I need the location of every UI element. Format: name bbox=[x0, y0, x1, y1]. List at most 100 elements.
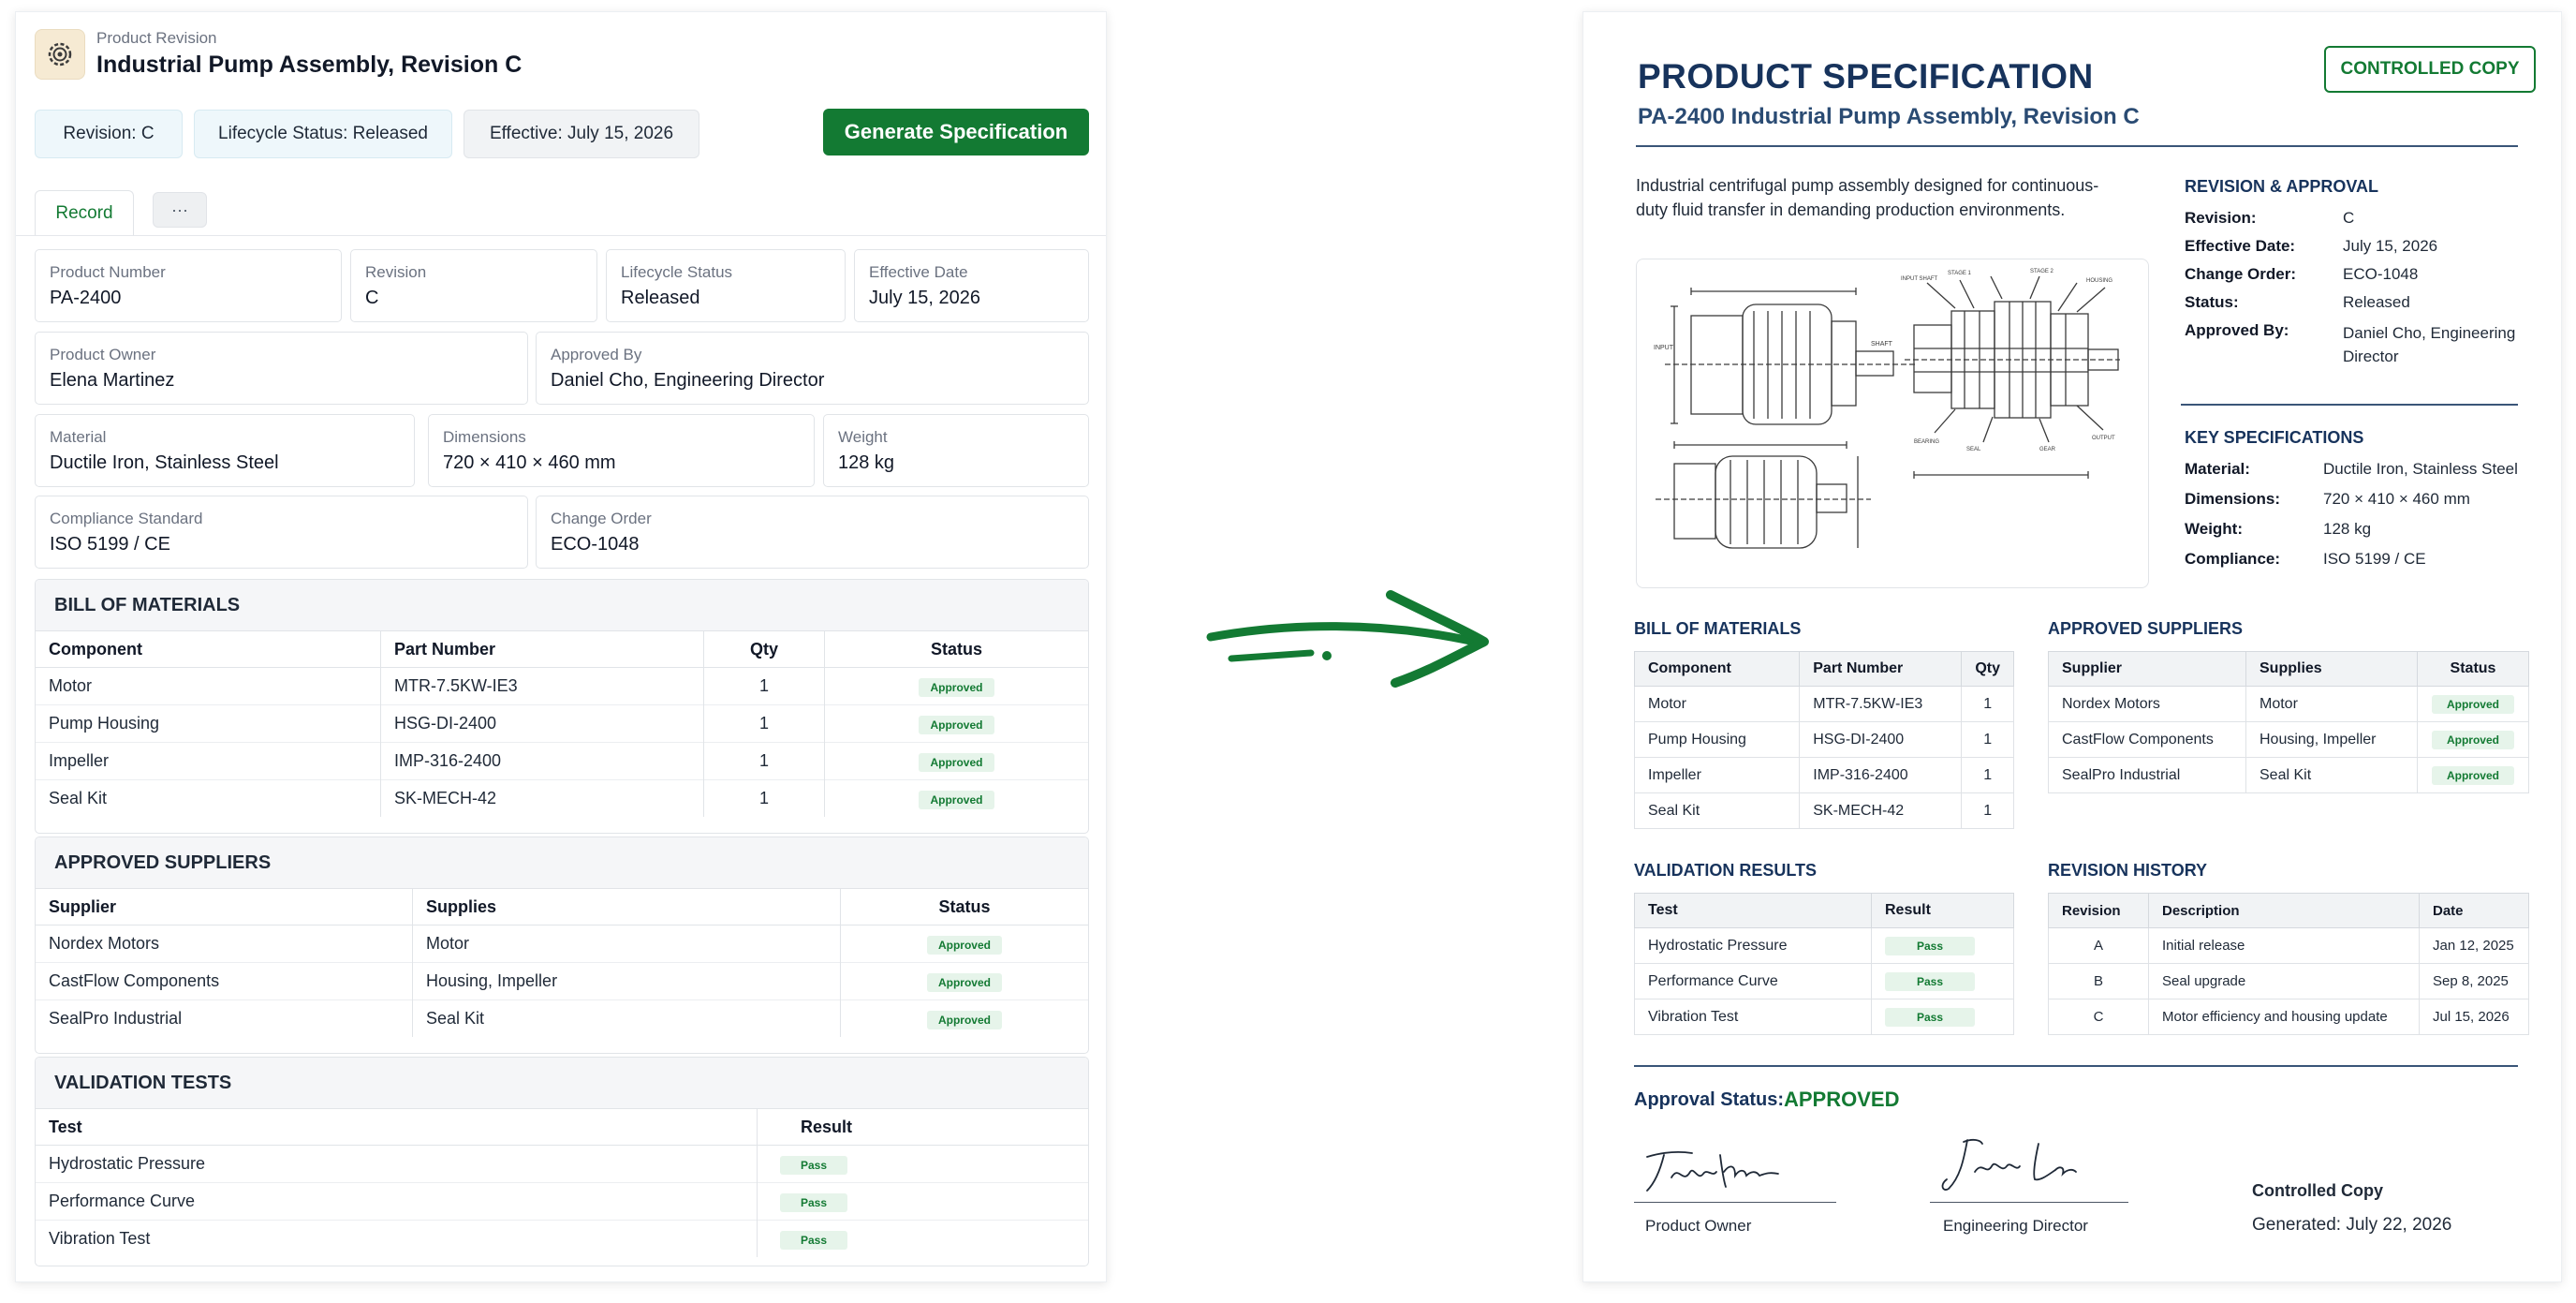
field-value: 128 kg bbox=[838, 452, 895, 473]
table-cell: Nordex Motors bbox=[2048, 686, 2246, 722]
kv-value: 128 kg bbox=[2323, 520, 2372, 538]
kv-value: C bbox=[2343, 209, 2355, 227]
table-cell: Performance Curve bbox=[1634, 963, 1872, 999]
approved-suppliers-section: APPROVED SUPPLIERS Supplier Supplies Sta… bbox=[35, 837, 1089, 1054]
table-cell: Jul 15, 2026 bbox=[2419, 999, 2529, 1035]
column-header: Supplies bbox=[412, 889, 841, 925]
kv-value: July 15, 2026 bbox=[2343, 237, 2438, 255]
column-header: Supplies bbox=[2245, 651, 2418, 687]
breadcrumb: Product Revision bbox=[96, 29, 217, 47]
field-label: Effective Date bbox=[869, 263, 968, 281]
table-cell: Motor bbox=[412, 925, 841, 963]
table-cell: Pass bbox=[1871, 927, 2014, 964]
tab-record[interactable]: Record bbox=[35, 190, 134, 236]
generate-specification-button[interactable]: Generate Specification bbox=[823, 109, 1089, 155]
table-cell: 1 bbox=[1961, 721, 2014, 758]
table-cell: 1 bbox=[703, 704, 825, 743]
table-cell: 1 bbox=[703, 742, 825, 780]
svg-text:STAGE 2: STAGE 2 bbox=[2030, 269, 2054, 274]
column-header: Result bbox=[1871, 893, 2014, 928]
svg-text:STAGE 1: STAGE 1 bbox=[1948, 271, 1972, 276]
spec-validation-title: VALIDATION RESULTS bbox=[1634, 861, 1817, 880]
gear-icon bbox=[35, 29, 85, 80]
column-header: Qty bbox=[703, 631, 825, 668]
revision-field: Revision C bbox=[350, 249, 597, 322]
status-badge: Approved bbox=[919, 715, 994, 734]
column-header: Part Number bbox=[1799, 651, 1963, 687]
table-cell: SK-MECH-42 bbox=[1799, 792, 1963, 829]
table-row: Vibration Test Pass bbox=[1634, 999, 2014, 1035]
table-row: Nordex Motors Motor Approved bbox=[2048, 686, 2529, 722]
table-cell: Approved bbox=[824, 742, 1088, 780]
table-cell: Hydrostatic Pressure bbox=[1634, 927, 1872, 964]
table-cell: Housing, Impeller bbox=[412, 962, 841, 1000]
field-value: Daniel Cho, Engineering Director bbox=[551, 370, 825, 391]
table-cell: Seal upgrade bbox=[2148, 963, 2420, 999]
table-cell: 1 bbox=[703, 779, 825, 817]
result-badge: Pass bbox=[1885, 936, 1976, 955]
result-badge: Pass bbox=[1885, 971, 1976, 991]
status-badge: Approved bbox=[2431, 765, 2514, 785]
status-badge: Approved bbox=[919, 677, 994, 697]
product-owner-caption: Product Owner bbox=[1645, 1217, 1752, 1235]
table-cell: Approved bbox=[840, 962, 1088, 1000]
table-row: Hydrostatic Pressure Pass bbox=[36, 1145, 1088, 1183]
table-cell: Approved bbox=[840, 925, 1088, 963]
column-header: Supplier bbox=[36, 889, 413, 925]
product-specification-document: PRODUCT SPECIFICATION PA-2400 Industrial… bbox=[1582, 11, 2562, 1282]
revision-history-table: Revision Description Date A Initial relea… bbox=[2048, 893, 2529, 1035]
key-specifications-title: KEY SPECIFICATIONS bbox=[2185, 428, 2364, 447]
column-header: Date bbox=[2419, 893, 2529, 928]
kv-label: Approved By: bbox=[2185, 321, 2289, 339]
engineering-director-caption: Engineering Director bbox=[1943, 1217, 2088, 1235]
table-row: Motor MTR-7.5KW-IE3 1 bbox=[1633, 686, 2014, 722]
table-row: Vibration Test Pass bbox=[36, 1220, 1088, 1257]
revision-history-title: REVISION HISTORY bbox=[2048, 861, 2208, 880]
controlled-copy-label: Controlled Copy bbox=[2252, 1181, 2383, 1200]
field-label: Product Number bbox=[50, 263, 166, 281]
table-cell: Seal Kit bbox=[412, 999, 841, 1037]
table-row: SealPro Industrial Seal Kit Approved bbox=[2048, 757, 2529, 793]
field-value: C bbox=[365, 288, 379, 308]
approved-by-field: Approved By Daniel Cho, Engineering Dire… bbox=[536, 332, 1089, 405]
svg-text:SEAL: SEAL bbox=[1966, 447, 1981, 452]
table-cell: Pump Housing bbox=[36, 704, 381, 743]
dimensions-field: Dimensions 720 × 410 × 460 mm bbox=[428, 414, 815, 487]
svg-text:GEAR: GEAR bbox=[2039, 447, 2056, 452]
kv-label: Revision: bbox=[2185, 209, 2257, 227]
table-cell: Pass bbox=[757, 1145, 1088, 1183]
status-badge: Approved bbox=[926, 1010, 1002, 1029]
status-badge: Approved bbox=[919, 790, 994, 809]
suppliers-table: Supplier Supplies Status Nordex Motors M… bbox=[36, 889, 1088, 1037]
table-cell: C bbox=[2048, 999, 2149, 1035]
kv-value: 720 × 410 × 460 mm bbox=[2323, 490, 2470, 508]
table-cell: Pass bbox=[757, 1220, 1088, 1257]
kv-value: Daniel Cho, Engineering Director bbox=[2343, 324, 2516, 365]
field-label: Product Owner bbox=[50, 346, 156, 363]
validation-tests-section: VALIDATION TESTS Test Result Hydrostatic… bbox=[35, 1057, 1089, 1266]
table-cell: CastFlow Components bbox=[2048, 721, 2246, 758]
table-cell: Initial release bbox=[2148, 927, 2420, 964]
tab-more[interactable]: ··· bbox=[153, 192, 207, 228]
field-value: ECO-1048 bbox=[551, 534, 640, 555]
svg-text:SHAFT: SHAFT bbox=[1871, 341, 1893, 348]
column-header: Test bbox=[1634, 893, 1872, 928]
weight-field: Weight 128 kg bbox=[823, 414, 1089, 487]
status-badge: Approved bbox=[2431, 730, 2514, 749]
table-row: Impeller IMP-316-2400 1 Approved bbox=[36, 742, 1088, 780]
table-cell: Motor bbox=[1633, 686, 1801, 722]
controlled-copy-badge: CONTROLLED COPY bbox=[2324, 46, 2536, 93]
product-owner-signature bbox=[1638, 1144, 1788, 1205]
kv-label: Effective Date: bbox=[2185, 237, 2296, 255]
table-row: Motor MTR-7.5KW-IE3 1 Approved bbox=[36, 667, 1088, 705]
svg-text:INPUT SHAFT: INPUT SHAFT bbox=[1901, 276, 1938, 282]
table-cell: Housing, Impeller bbox=[2245, 721, 2418, 758]
compliance-standard-field: Compliance Standard ISO 5199 / CE bbox=[35, 496, 528, 569]
field-value: Ductile Iron, Stainless Steel bbox=[50, 452, 279, 473]
kv-label: Material: bbox=[2185, 460, 2250, 478]
product-number-field: Product Number PA-2400 bbox=[35, 249, 342, 322]
table-row: Pump Housing HSG-DI-2400 1 Approved bbox=[36, 704, 1088, 743]
effective-date-field: Effective Date July 15, 2026 bbox=[854, 249, 1089, 322]
table-row: A Initial release Jan 12, 2025 bbox=[2048, 927, 2529, 964]
table-cell: SealPro Industrial bbox=[2048, 757, 2246, 793]
